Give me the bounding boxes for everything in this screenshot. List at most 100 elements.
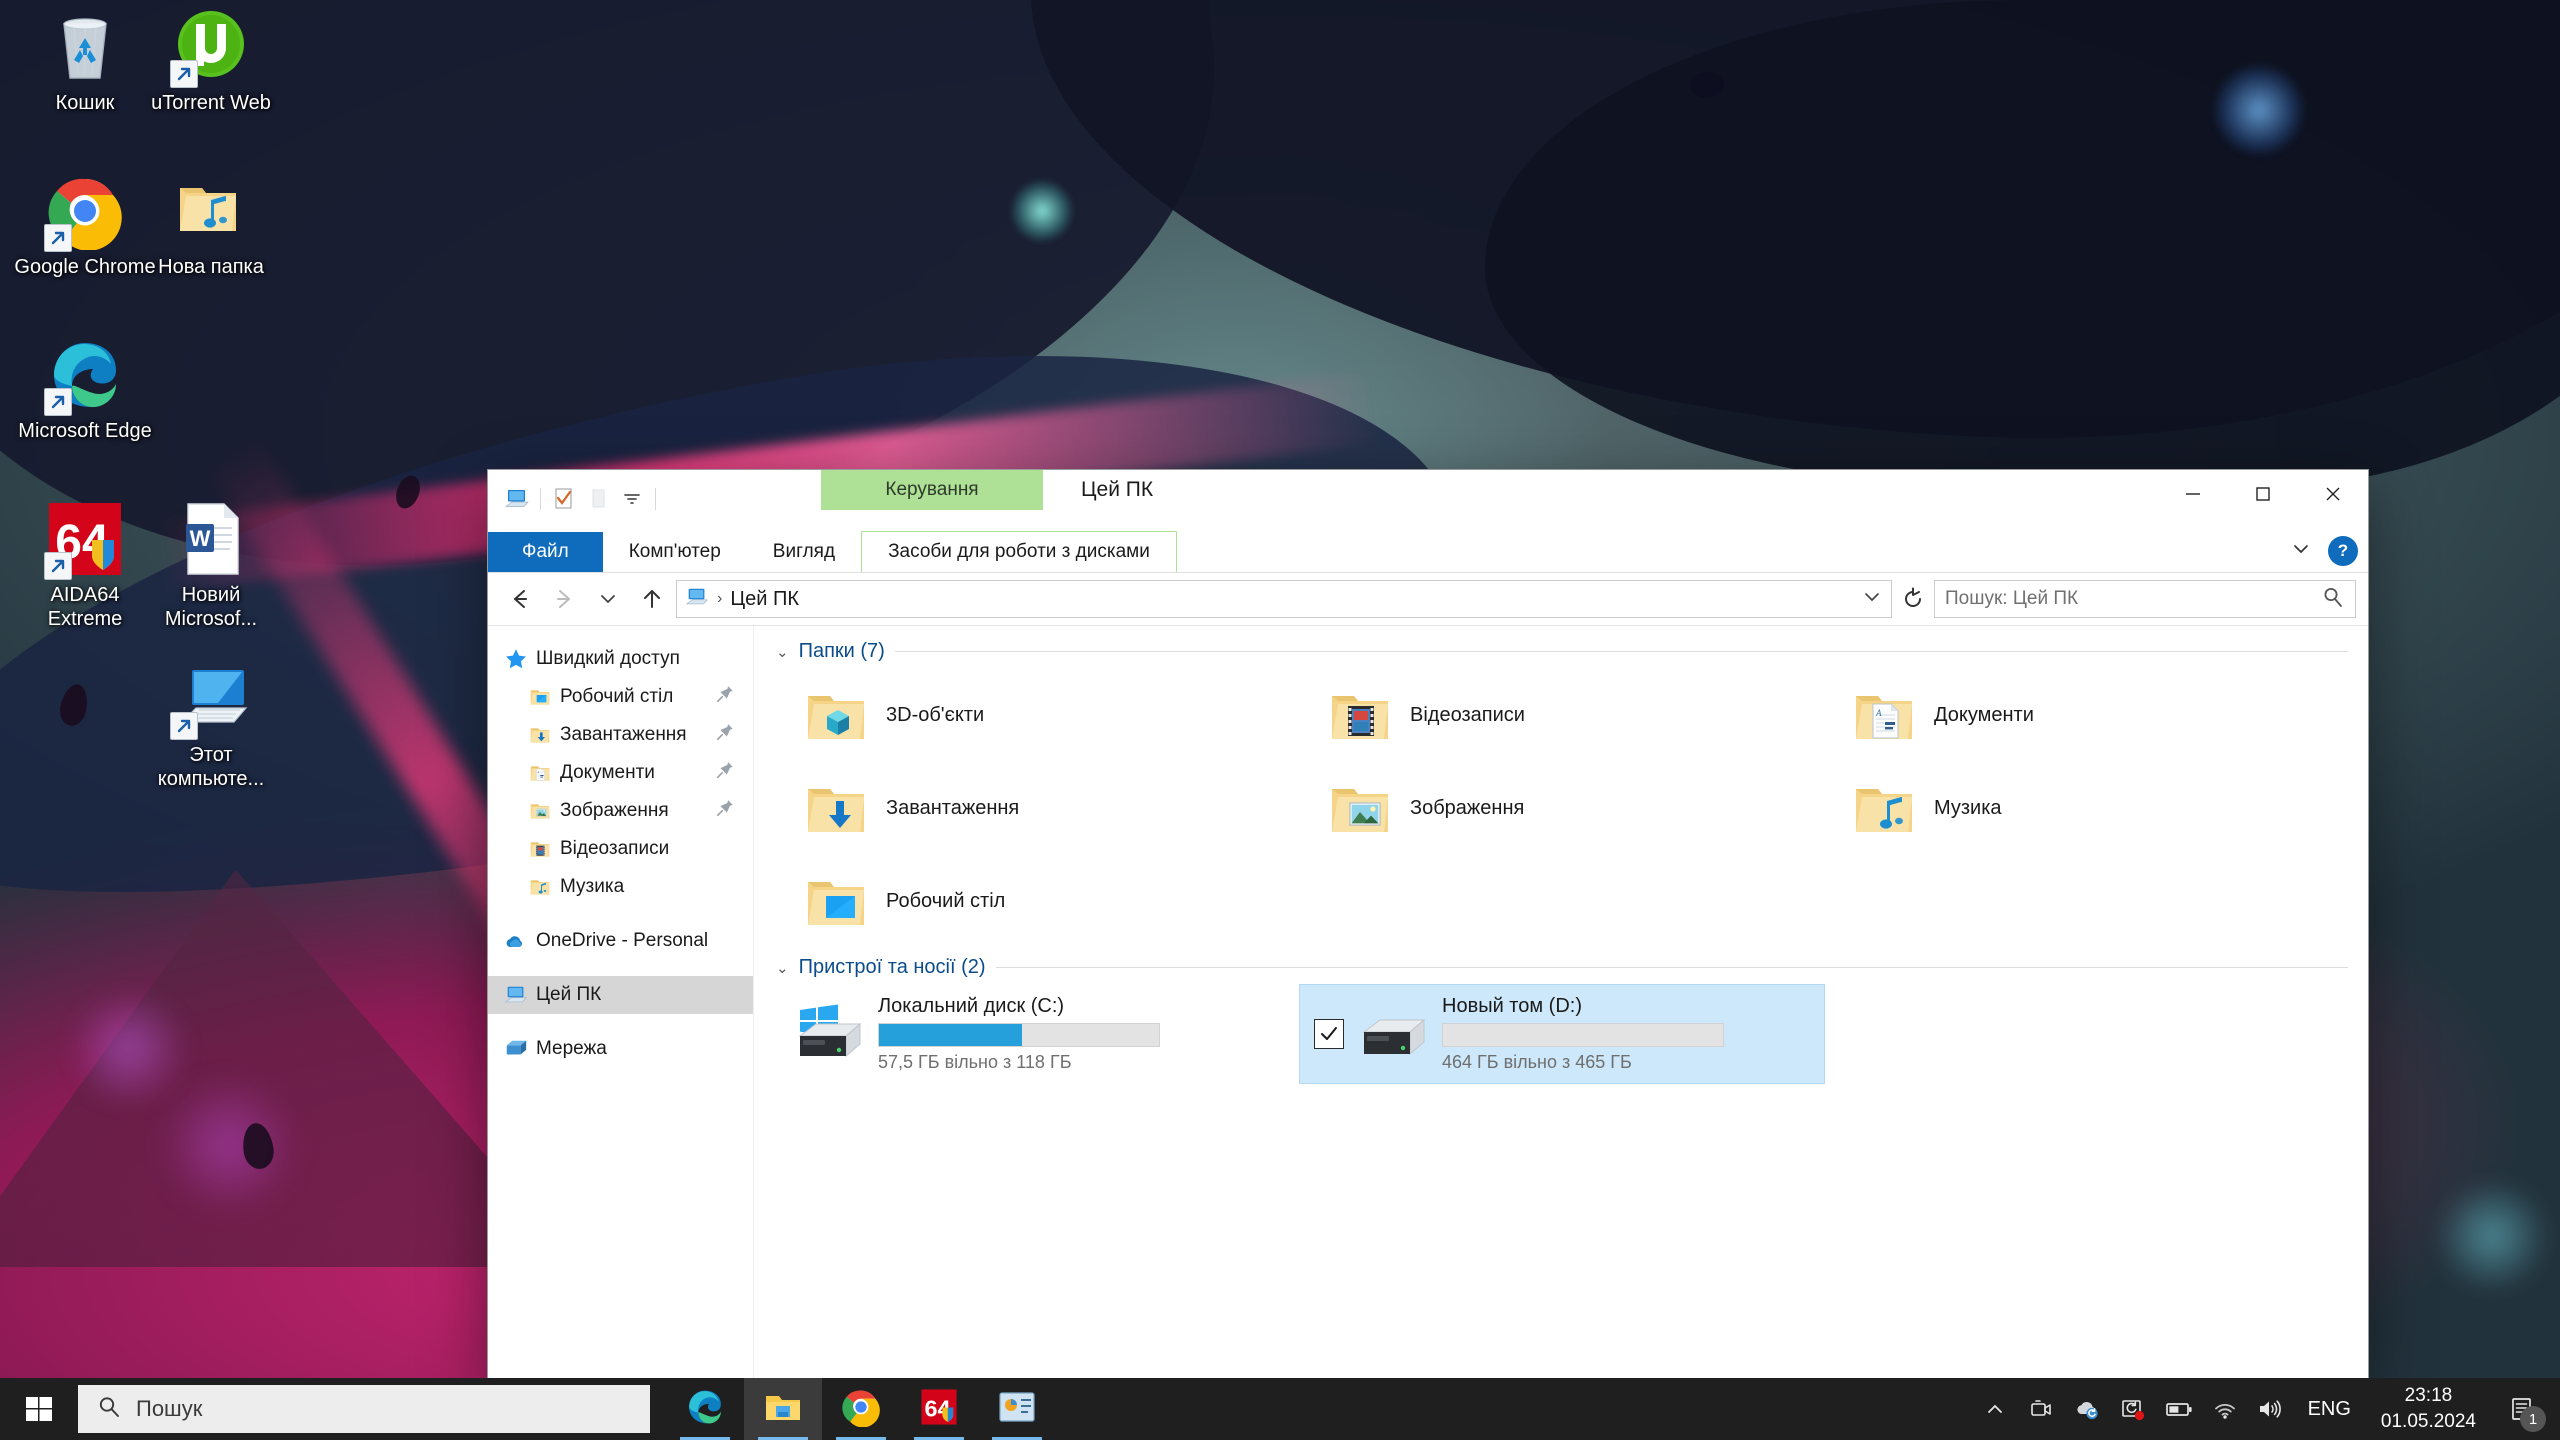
minimize-button[interactable]	[2158, 470, 2228, 518]
chevron-down-icon[interactable]	[2288, 539, 2314, 564]
shortcut-badge-icon	[170, 712, 198, 740]
desktop-icon-label: Новий Microsof...	[164, 584, 258, 630]
sidebar-item-music[interactable]: Музика	[488, 868, 753, 906]
clock[interactable]: 23:18 01.05.2024	[2365, 1383, 2492, 1434]
folder-tile-videos[interactable]: Відеозаписи	[1300, 669, 1824, 762]
taskbar-aida64[interactable]: 64	[900, 1378, 978, 1440]
drive-checkbox[interactable]	[1314, 1019, 1344, 1049]
folder-tile-desktop[interactable]: Робочий стіл	[776, 855, 1300, 948]
tab-computer[interactable]: Комп'ютер	[603, 532, 747, 572]
tab-drive-tools[interactable]: Засоби для роботи з дисками	[861, 531, 1177, 572]
breadcrumb-current[interactable]: Цей ПК	[730, 588, 799, 611]
folder-videos-icon	[1324, 680, 1396, 752]
chevron-down-icon[interactable]: ⌄	[776, 643, 789, 661]
pin-icon[interactable]	[715, 760, 735, 786]
taskbar-app-buttons[interactable]: 64	[666, 1378, 1056, 1440]
folder-tile-documents[interactable]: A Документи	[1824, 669, 2348, 762]
wifi-icon[interactable]	[2202, 1378, 2248, 1440]
chevron-down-icon[interactable]	[1861, 587, 1883, 612]
drive-tile-grid[interactable]: Локальний диск (C:) 57,5 ГБ вільно з 118 …	[776, 984, 2348, 1084]
customize-qat-icon[interactable]	[615, 483, 649, 515]
taskbar-search-box[interactable]: Пошук	[78, 1385, 650, 1433]
language-indicator[interactable]: ENG	[2294, 1398, 2365, 1421]
notification-icon[interactable]: 1	[2492, 1378, 2552, 1440]
this-pc-icon	[685, 585, 709, 614]
group-header-folders[interactable]: ⌄ Папки (7)	[776, 640, 2348, 663]
speaker-icon[interactable]	[2248, 1378, 2294, 1440]
taskbar-edge[interactable]	[666, 1378, 744, 1440]
folder-tile-grid[interactable]: 3D-об'єкти Відеозаписи A Документи Завантаже…	[776, 669, 2348, 948]
sidebar-item-network[interactable]: Мережа	[488, 1030, 753, 1068]
new-folder-icon[interactable]	[581, 483, 615, 515]
sidebar-item-documents[interactable]: A Документи	[488, 754, 753, 792]
folder-tile-label: Завантаження	[886, 797, 1020, 819]
search-input[interactable]: Пошук: Цей ПК	[1934, 580, 2356, 618]
content-pane[interactable]: ⌄ Папки (7) 3D-об'єкти Відеозаписи A Докуме…	[754, 626, 2368, 1378]
shortcut-badge-icon	[44, 552, 72, 580]
taskbar-file-explorer[interactable]	[744, 1378, 822, 1440]
help-icon[interactable]: ?	[2328, 536, 2358, 566]
this-pc-icon[interactable]	[500, 483, 534, 515]
address-bar[interactable]: › Цей ПК Пошук: Цей ПК	[488, 573, 2368, 625]
sidebar-item-desktop[interactable]: Робочий стіл	[488, 678, 753, 716]
drive-free-space: 464 ГБ вільно з 465 ГБ	[1442, 1052, 1632, 1072]
ribbon-tab-bar[interactable]: Файл Комп'ютер Вигляд Засоби для роботи …	[488, 528, 2368, 573]
system-tray[interactable]: ENG 23:18 01.05.2024 1	[1972, 1378, 2560, 1440]
navigation-pane[interactable]: Швидкий доступ Робочий стіл Завантаження A Д…	[488, 626, 754, 1378]
forward-button[interactable]	[544, 579, 584, 619]
folder-tile-3d-objects[interactable]: 3D-об'єкти	[776, 669, 1300, 762]
tab-file[interactable]: Файл	[488, 532, 603, 572]
properties-icon[interactable]	[547, 483, 581, 515]
quick-access-toolbar[interactable]	[488, 470, 662, 518]
sidebar-item-videos[interactable]: Відеозаписи	[488, 830, 753, 868]
desktop-icon-utorrent-web[interactable]: uTorrent Web	[136, 8, 286, 116]
onedrive-sync-icon[interactable]	[2064, 1378, 2110, 1440]
folder-tile-downloads[interactable]: Завантаження	[776, 762, 1300, 855]
group-header-devices[interactable]: ⌄ Пристрої та носії (2)	[776, 956, 2348, 979]
breadcrumb[interactable]: › Цей ПК	[676, 580, 1892, 618]
folder-tile-music[interactable]: Музика	[1824, 762, 2348, 855]
folder-desktop-icon	[528, 685, 552, 709]
search-icon	[96, 1394, 122, 1425]
chevron-down-icon[interactable]: ⌄	[776, 959, 789, 977]
start-button[interactable]	[0, 1378, 78, 1440]
maximize-button[interactable]	[2228, 470, 2298, 518]
camera-icon[interactable]	[2018, 1378, 2064, 1440]
pin-icon[interactable]	[715, 684, 735, 710]
notification-badge: 1	[2520, 1406, 2546, 1432]
taskbar[interactable]: Пошук 64 ENG 23:18 01.05.2024 1	[0, 1378, 2560, 1440]
desktop-icon-etot-kompyuter[interactable]: Этот компьюте...	[136, 660, 286, 791]
back-button[interactable]	[500, 579, 540, 619]
file-explorer-window[interactable]: Керування Цей ПК Файл Комп'ютер Вигляд З…	[488, 470, 2368, 1378]
tab-view[interactable]: Вигляд	[747, 532, 861, 572]
search-icon[interactable]	[2321, 585, 2345, 614]
sidebar-item-pictures[interactable]: Зображення	[488, 792, 753, 830]
chevron-up-icon[interactable]	[1972, 1378, 2018, 1440]
folder-tile-label: Робочий стіл	[886, 890, 1006, 912]
battery-icon[interactable]	[2156, 1378, 2202, 1440]
sidebar-item-onedrive[interactable]: OneDrive - Personal	[488, 922, 753, 960]
desktop-icon-microsoft-edge[interactable]: Microsoft Edge	[10, 336, 160, 444]
window-title-bar[interactable]: Керування Цей ПК	[488, 470, 2368, 528]
up-button[interactable]	[632, 579, 672, 619]
desktop-icon-nova-papka[interactable]: Нова папка	[136, 172, 286, 280]
sidebar-item-quick-access[interactable]: Швидкий доступ	[488, 640, 753, 678]
sidebar-item-downloads[interactable]: Завантаження	[488, 716, 753, 754]
desktop-icon-noviy-microsoft-doc[interactable]: W Новий Microsof...	[136, 500, 286, 631]
drive-tile-local-disk-c[interactable]: Локальний диск (C:) 57,5 ГБ вільно з 118 …	[776, 985, 1300, 1083]
close-button[interactable]	[2298, 470, 2368, 518]
refresh-button[interactable]	[1896, 581, 1930, 617]
taskbar-app5[interactable]	[978, 1378, 1056, 1440]
drive-tile-new-volume-d[interactable]: Новый том (D:) 464 ГБ вільно з 465 ГБ	[1299, 984, 1825, 1084]
update-alert-icon[interactable]	[2110, 1378, 2156, 1440]
pin-icon[interactable]	[715, 798, 735, 824]
folder-tile-pictures[interactable]: Зображення	[1300, 762, 1824, 855]
pin-icon[interactable]	[715, 722, 735, 748]
ribbon-right-controls[interactable]: ?	[2288, 536, 2358, 566]
chrome-icon	[44, 172, 124, 252]
taskbar-chrome[interactable]	[822, 1378, 900, 1440]
window-controls[interactable]	[2158, 470, 2368, 518]
sidebar-item-this-pc[interactable]: Цей ПК	[488, 976, 753, 1014]
drive-usage-bar	[878, 1023, 1160, 1047]
recent-locations-button[interactable]	[588, 579, 628, 619]
